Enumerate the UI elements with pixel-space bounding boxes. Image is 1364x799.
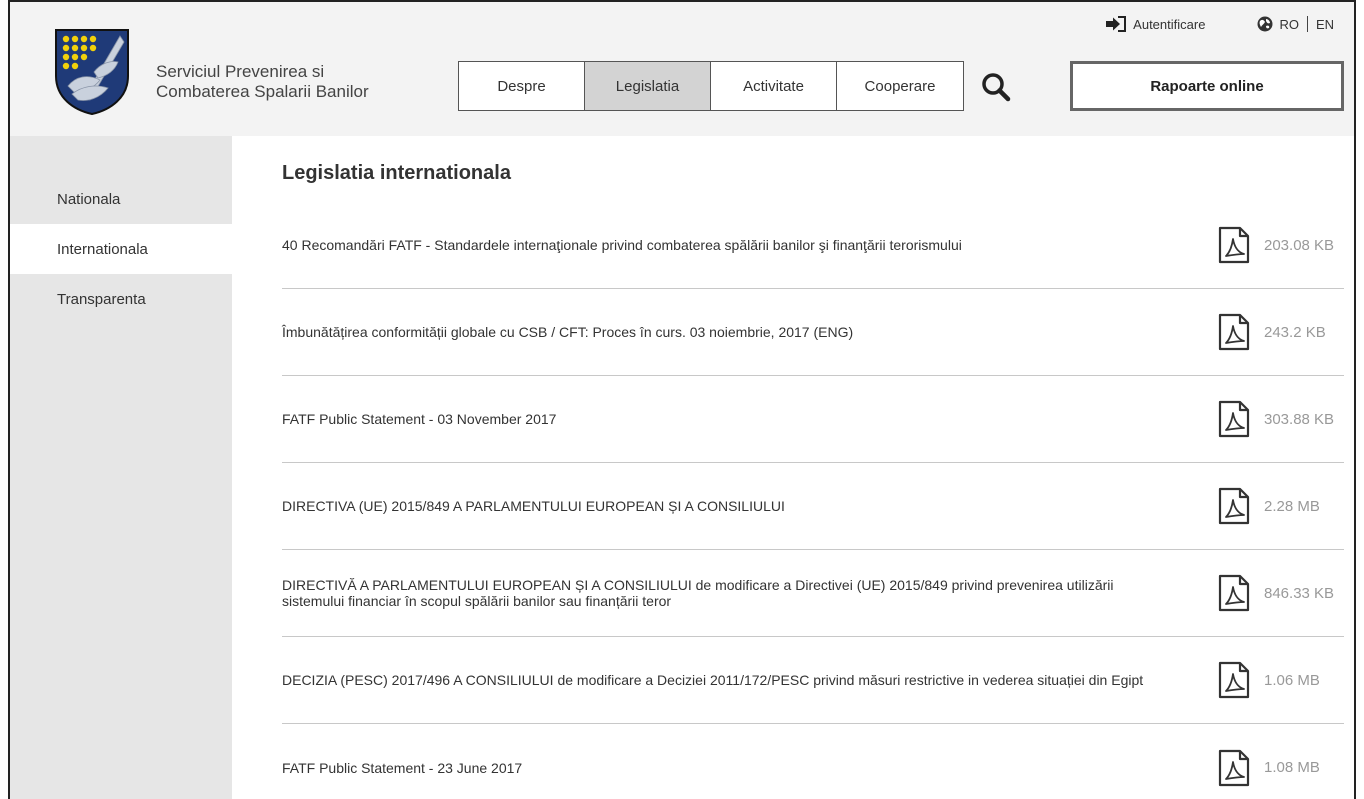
page-frame: Serviciul Prevenirea si Combaterea Spala… [8,0,1356,799]
pdf-icon[interactable] [1218,313,1250,351]
document-row: FATF Public Statement - 03 November 2017… [282,376,1344,463]
site-header: Serviciul Prevenirea si Combaterea Spala… [10,2,1354,136]
globe-icon [1257,16,1273,32]
login-label: Autentificare [1133,16,1206,32]
document-size: 303.88 KB [1264,410,1335,428]
pdf-icon[interactable] [1218,574,1250,612]
document-title[interactable]: FATF Public Statement - 03 November 2017 [282,411,1218,427]
document-row: DIRECTIVĂ A PARLAMENTULUI EUROPEAN ȘI A … [282,550,1344,637]
document-row: DIRECTIVA (UE) 2015/849 A PARLAMENTULUI … [282,463,1344,550]
document-row: DECIZIA (PESC) 2017/496 A CONSILIULUI de… [282,637,1344,724]
site-name-line-1: Serviciul Prevenirea si [156,62,325,81]
language-switcher: RO EN [1257,16,1334,32]
sidebar-item-nationala[interactable]: Nationala [10,174,232,224]
tab-cooperare[interactable]: Cooperare [837,62,963,110]
sidebar: Nationala Internationala Transparenta [10,136,232,799]
document-title[interactable]: 40 Recomandări FATF - Standardele intern… [282,237,1218,253]
document-size: 243.2 KB [1264,323,1326,341]
coat-of-arms-logo[interactable] [54,28,130,116]
page-title: Legislatia internationala [282,162,511,184]
document-row: 40 Recomandări FATF - Standardele intern… [282,202,1344,289]
search-icon[interactable] [980,71,1012,103]
sign-in-icon [1106,16,1127,32]
tab-despre[interactable]: Despre [459,62,585,110]
lang-divider [1306,16,1308,32]
document-title[interactable]: DIRECTIVA (UE) 2015/849 A PARLAMENTULUI … [282,498,1218,514]
pdf-icon[interactable] [1218,226,1250,264]
pdf-icon[interactable] [1218,749,1250,787]
tab-legislatia[interactable]: Legislatia [585,62,711,110]
site-name[interactable]: Serviciul Prevenirea si Combaterea Spala… [156,62,369,102]
sidebar-item-transparenta[interactable]: Transparenta [10,274,232,324]
document-size: 203.08 KB [1264,236,1335,254]
document-size: 1.08 MB [1264,759,1320,776]
document-size: 2.28 MB [1264,497,1320,515]
login-link[interactable]: Autentificare [1105,16,1205,32]
document-title[interactable]: DIRECTIVĂ A PARLAMENTULUI EUROPEAN ȘI A … [282,577,1218,609]
pdf-icon[interactable] [1218,661,1250,699]
document-size: 1.06 MB [1264,671,1320,689]
document-title[interactable]: Îmbunătățirea conformității globale cu C… [282,324,1218,340]
pdf-icon[interactable] [1218,487,1250,525]
document-title[interactable]: FATF Public Statement - 23 June 2017 [282,760,1218,776]
document-row: Îmbunătățirea conformității globale cu C… [282,289,1344,376]
main-nav: Despre Legislatia Activitate Cooperare [458,61,964,111]
online-reports-button[interactable]: Rapoarte online [1070,61,1344,111]
tab-activitate[interactable]: Activitate [711,62,837,110]
document-list: 40 Recomandări FATF - Standardele intern… [282,202,1344,799]
lang-en[interactable]: EN [1316,17,1334,32]
pdf-icon[interactable] [1218,400,1250,438]
lang-ro[interactable]: RO [1279,17,1299,32]
document-size: 846.33 KB [1264,584,1335,602]
sidebar-item-internationala[interactable]: Internationala [10,224,232,274]
top-utility-bar: Autentificare RO EN [1105,16,1334,32]
site-name-line-2: Combaterea Spalarii Banilor [156,82,369,101]
document-title[interactable]: DECIZIA (PESC) 2017/496 A CONSILIULUI de… [282,672,1218,688]
document-row: FATF Public Statement - 23 June 2017 1.0… [282,724,1344,799]
